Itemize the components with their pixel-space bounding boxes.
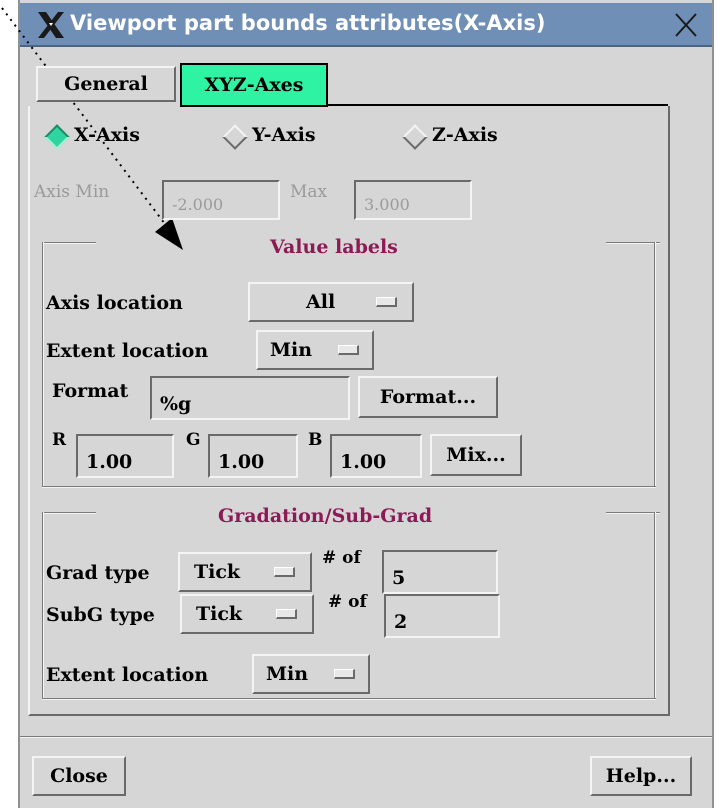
group-frame-bottom bbox=[42, 486, 656, 488]
group-frame-left bbox=[42, 512, 44, 700]
group-frame-right bbox=[654, 242, 656, 488]
axis-min-label: Axis Min bbox=[34, 182, 110, 202]
extent-location-menu[interactable]: Min bbox=[256, 330, 374, 370]
format-field[interactable]: %g bbox=[150, 376, 350, 420]
help-button[interactable]: Help... bbox=[590, 756, 692, 796]
option-menu-indicator-icon bbox=[334, 669, 355, 679]
group-frame-top-right bbox=[606, 242, 660, 244]
axis-min-field[interactable]: -2.000 bbox=[162, 180, 280, 220]
format-button[interactable]: Format... bbox=[358, 376, 498, 418]
tab-xyz-axes[interactable]: XYZ-Axes bbox=[180, 63, 328, 107]
value-labels-title: Value labels bbox=[270, 236, 398, 258]
group-frame-top-left bbox=[42, 242, 96, 244]
g-field[interactable]: 1.00 bbox=[208, 434, 298, 478]
subg-type-value: Tick bbox=[196, 603, 243, 625]
gradation-title: Gradation/Sub-Grad bbox=[218, 505, 433, 527]
b-field[interactable]: 1.00 bbox=[330, 434, 422, 478]
axis-location-menu[interactable]: All bbox=[248, 282, 414, 322]
close-button[interactable]: Close bbox=[32, 756, 126, 796]
b-label: B bbox=[308, 430, 323, 450]
format-label: Format bbox=[52, 380, 129, 402]
group-frame-top-left bbox=[42, 512, 96, 514]
radio-z-axis-label[interactable]: Z-Axis bbox=[432, 124, 498, 146]
subg-count-label: # of bbox=[328, 592, 367, 612]
footer-separator bbox=[20, 736, 712, 738]
tab-general[interactable]: General bbox=[36, 66, 176, 102]
grad-type-value: Tick bbox=[194, 561, 241, 583]
option-menu-indicator-icon bbox=[376, 297, 397, 307]
option-menu-indicator-icon bbox=[338, 345, 359, 355]
group-frame-left bbox=[42, 242, 44, 488]
radio-x-axis-label[interactable]: X-Axis bbox=[74, 124, 140, 146]
grad-type-menu[interactable]: Tick bbox=[178, 552, 312, 592]
g-label: G bbox=[186, 430, 201, 450]
grad-count-label: # of bbox=[322, 548, 361, 568]
grad-extent-location-value: Min bbox=[266, 663, 309, 685]
subg-count-field[interactable]: 2 bbox=[384, 594, 500, 638]
group-frame-top-right bbox=[606, 512, 660, 514]
axis-max-field[interactable]: 3.000 bbox=[354, 180, 472, 220]
group-frame-right bbox=[654, 512, 656, 700]
grad-type-label: Grad type bbox=[46, 562, 150, 584]
grad-extent-location-label: Extent location bbox=[46, 664, 209, 686]
r-label: R bbox=[52, 430, 67, 450]
extent-location-label: Extent location bbox=[46, 340, 209, 362]
subg-type-menu[interactable]: Tick bbox=[180, 594, 314, 634]
close-icon[interactable] bbox=[664, 8, 708, 42]
extent-location-value: Min bbox=[270, 339, 313, 361]
axis-max-label: Max bbox=[290, 182, 328, 202]
option-menu-indicator-icon bbox=[276, 609, 297, 619]
mix-button[interactable]: Mix... bbox=[430, 434, 522, 476]
r-field[interactable]: 1.00 bbox=[76, 434, 174, 478]
group-frame-bottom bbox=[42, 698, 656, 700]
grad-count-field[interactable]: 5 bbox=[382, 550, 498, 594]
radio-y-axis-label[interactable]: Y-Axis bbox=[252, 124, 316, 146]
axis-location-value: All bbox=[306, 291, 336, 313]
grad-extent-location-menu[interactable]: Min bbox=[252, 654, 370, 694]
subg-type-label: SubG type bbox=[46, 604, 155, 626]
option-menu-indicator-icon bbox=[274, 567, 295, 577]
axis-location-label: Axis location bbox=[46, 292, 183, 314]
